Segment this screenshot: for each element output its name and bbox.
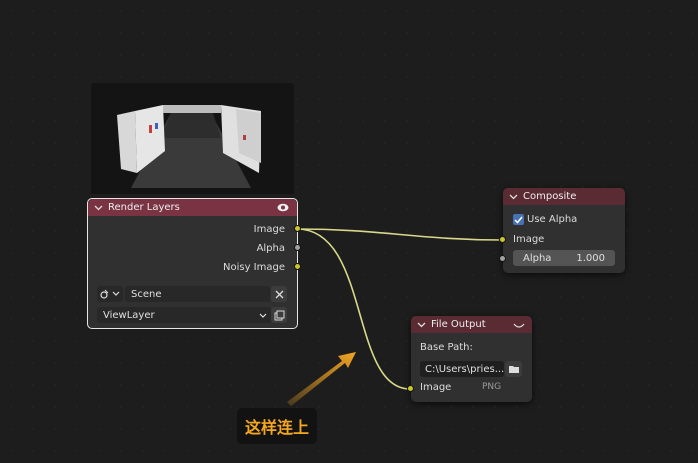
scene-icon [100,289,120,299]
scene-type-button[interactable] [97,286,123,302]
composite-image-socket[interactable] [499,236,506,243]
annotation-label: 这样连上 [237,408,317,444]
output-noisy-image-label: Noisy Image [222,262,285,273]
render-preview [91,83,294,194]
render-layers-body: Render Layers Image Alpha Noisy Image Sc… [87,198,298,329]
view-layer-browse-button[interactable] [271,307,287,323]
output-image-label: Image [253,224,285,235]
render-layers-alpha-socket[interactable] [294,244,301,251]
annotation-arrow [287,352,356,406]
folder-icon [508,366,519,373]
base-path-browse-button[interactable] [505,361,522,377]
scene-field[interactable]: Scene [125,286,270,302]
render-layers-image-socket[interactable] [294,225,301,232]
file-output-node[interactable]: File Output Base Path: C:\Users\pries...… [411,316,532,402]
alpha-value-field[interactable]: Alpha 1.000 [513,250,615,266]
use-alpha-checkbox[interactable] [513,214,524,225]
chevron-down-icon[interactable] [509,194,519,200]
alpha-field-value: 1.000 [576,252,605,264]
scene-clear-button[interactable] [271,286,287,302]
node-title: File Output [431,319,486,330]
layers-icon [274,310,284,320]
node-title: Render Layers [108,202,180,213]
check-icon [514,216,523,224]
composite-node[interactable]: Composite Use Alpha Image Alpha 1.000 [503,188,625,273]
alpha-field-label: Alpha [523,252,552,264]
output-alpha-label: Alpha [256,243,285,254]
composite-image-label: Image [513,234,545,245]
file-output-image-socket[interactable] [407,385,414,392]
file-output-format-label: PNG [482,382,502,392]
chevron-down-icon[interactable] [417,322,427,328]
render-layers-header[interactable]: Render Layers [88,199,297,216]
view-layer-value: ViewLayer [103,309,155,321]
link-image-to-composite [296,228,504,241]
link-image-to-file-output [296,228,411,390]
composite-alpha-socket[interactable] [499,255,506,262]
render-layers-noisy-image-socket[interactable] [294,263,301,270]
file-output-image-label: Image [420,382,452,393]
chevron-down-icon[interactable] [94,205,104,211]
render-preview-image [117,105,261,188]
base-path-label: Base Path: [420,342,473,353]
base-path-field[interactable]: C:\Users\pries... [420,361,504,377]
view-layer-select[interactable]: ViewLayer [97,307,271,323]
render-layers-node[interactable]: Render Layers Image Alpha Noisy Image Sc… [87,81,298,329]
file-output-header[interactable]: File Output [411,316,532,333]
node-title: Composite [523,191,577,202]
eye-icon[interactable] [277,203,289,215]
preview-toggle-icon[interactable] [513,321,525,332]
close-icon [275,290,283,298]
use-alpha-label: Use Alpha [527,214,578,225]
composite-header[interactable]: Composite [503,188,625,205]
chevron-down-icon [259,313,267,318]
